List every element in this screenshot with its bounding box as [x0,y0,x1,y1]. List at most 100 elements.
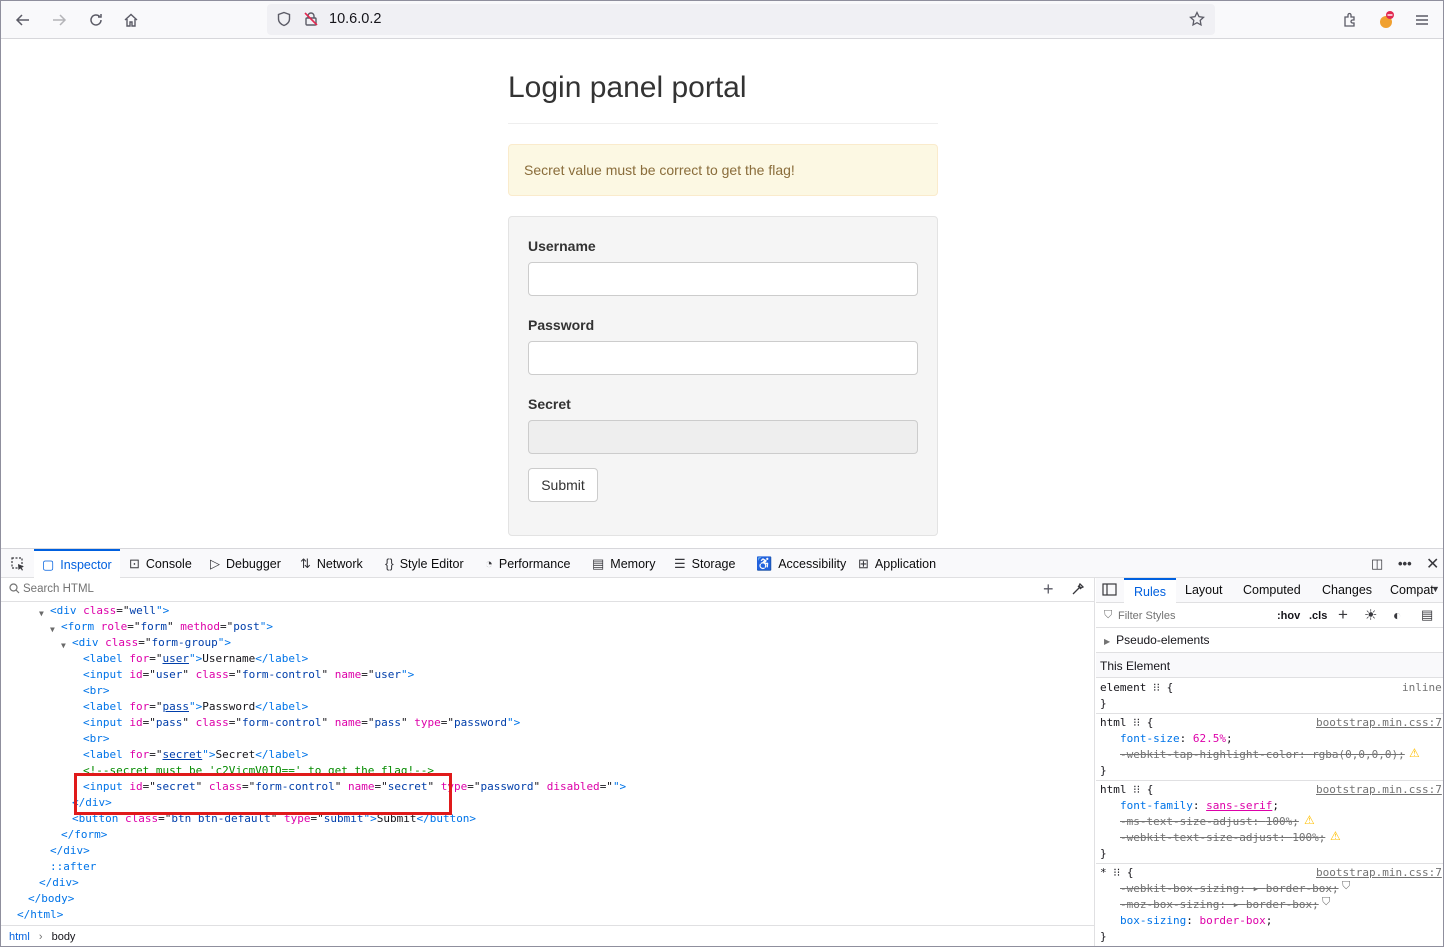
rule-html-1[interactable]: html ⁝⁝ { [1100,716,1153,732]
node-form[interactable]: <form role="form" method="post"> [61,619,273,635]
menu-icon[interactable] [1409,7,1435,33]
reload-icon[interactable] [83,7,109,33]
devtools-tabbar: ▢ Inspector ⊡ Console ▷ Debugger ⇅ Network {… [1,549,1443,578]
pseudo-elements-label: Pseudo-elements [1116,633,1210,647]
node-close-form[interactable]: </form> [61,827,107,843]
search-icon [9,583,20,597]
filter-icon[interactable]: ⛉ [1322,896,1330,909]
element-picker-icon[interactable] [5,549,31,578]
url-text[interactable]: 10.6.0.2 [329,11,381,27]
tab-inspector[interactable]: ▢ Inspector [34,549,120,578]
warning-icon[interactable]: ⚠ [1330,829,1341,843]
login-form: Username Password Secret Submit [508,216,938,536]
pseudo-elements-toggle[interactable]: ▶ Pseudo-elements [1104,633,1210,647]
back-icon[interactable] [10,7,36,33]
storage-icon: ☰ [674,555,686,571]
node-input-user[interactable]: <input id="user" class="form-control" na… [83,667,414,683]
tab-label: Memory [610,556,656,571]
username-input[interactable] [528,262,918,296]
node-close-body[interactable]: </body> [28,891,74,907]
tab-memory[interactable]: ▤ Memory [592,549,655,578]
shield-icon[interactable] [276,11,292,32]
url-bar[interactable]: 10.6.0.2 [267,4,1215,35]
rule-universal[interactable]: * ⁝⁝ { [1100,866,1134,882]
eyedropper-icon[interactable] [1071,582,1085,599]
rules-tabbar: Rules Layout Computed Changes Compat ▼ [1096,578,1443,603]
tab-layout[interactable]: Layout [1185,583,1223,597]
this-element-header: This Element [1096,653,1443,677]
chevron-down-icon[interactable]: ▼ [1431,584,1440,594]
tab-label: Accessibility [778,556,847,571]
tab-accessibility[interactable]: ♿ Accessibility [756,549,846,578]
debugger-icon: ▷ [210,555,220,571]
highlight-annotation-box [74,773,452,815]
tab-computed[interactable]: Computed [1243,583,1301,597]
hov-button[interactable]: :hov [1277,610,1300,622]
tab-label: Network [316,556,363,571]
extensions-icon[interactable] [1337,7,1363,33]
warning-icon[interactable]: ⚠ [1409,746,1420,760]
tab-network[interactable]: ⇅ Network [300,549,363,578]
node-after-pseudo[interactable]: ::after [50,859,96,875]
dark-mode-icon[interactable]: ◐ [1393,607,1401,623]
search-html-field[interactable]: Search HTML + [1,578,1095,602]
search-placeholder: Search HTML [23,583,94,595]
node-br[interactable]: <br> [83,731,110,747]
password-input[interactable] [528,341,918,375]
node-div-well[interactable]: <div class="well"> [50,603,169,619]
tab-performance[interactable]: ◔ Performance [485,549,570,578]
rule-html-2[interactable]: html ⁝⁝ { [1100,783,1153,799]
insecure-lock-icon[interactable] [303,11,319,32]
node-div-form-group[interactable]: <div class="form-group"> [72,635,231,651]
chevron-right-icon: › [38,931,43,943]
console-icon: ⊡ [129,555,140,571]
bookmark-star-icon[interactable] [1189,10,1205,32]
node-close-html[interactable]: </html> [17,907,63,923]
rule-display-value: inline [1402,681,1442,694]
tab-label: Console [145,556,192,571]
node-input-pass[interactable]: <input id="pass" class="form-control" na… [83,715,520,731]
rule-source-link[interactable]: bootstrap.min.css:7 [1316,783,1442,796]
tab-application[interactable]: ⊞ Application [858,549,936,578]
tab-compat[interactable]: Compat [1390,583,1434,597]
rule-element[interactable]: element ⁝⁝ { [1100,681,1173,697]
cls-button[interactable]: .cls [1309,610,1327,622]
node-label-pass[interactable]: <label for="pass">Password</label> [83,699,308,715]
page-viewport: Login panel portal Secret value must be … [1,39,1443,548]
more-options-icon[interactable]: ••• [1398,549,1412,578]
add-node-icon[interactable]: + [1043,579,1054,600]
warning-alert: Secret value must be correct to get the … [508,144,938,196]
node-label-secret[interactable]: <label for="secret">Secret</label> [83,747,308,763]
tab-storage[interactable]: ☰ Storage [674,549,735,578]
page-title: Login panel portal [508,71,747,104]
dock-side-icon[interactable]: ◫ [1371,549,1383,578]
node-close-div[interactable]: </div> [39,875,79,891]
toggle-sidebar-icon[interactable] [1102,583,1117,599]
secret-input [528,420,918,454]
close-devtools-icon[interactable]: ✕ [1426,549,1439,578]
rule-source-link[interactable]: bootstrap.min.css:7 [1316,716,1442,729]
node-br[interactable]: <br> [83,683,110,699]
breadcrumb-html[interactable]: html [9,931,30,943]
forward-icon[interactable] [46,7,72,33]
light-mode-icon[interactable]: ☀ [1364,606,1377,624]
rule-source-link[interactable]: bootstrap.min.css:7 [1316,866,1442,879]
filter-styles-input[interactable]: Filter Styles [1118,610,1175,622]
tab-style-editor[interactable]: {} Style Editor [385,549,464,578]
account-avatar-icon[interactable] [1373,7,1399,33]
tab-rules[interactable]: Rules [1124,578,1176,603]
filter-icon[interactable]: ⛉ [1342,880,1350,893]
node-close-div[interactable]: </div> [50,843,90,859]
node-label-user[interactable]: <label for="user">Username</label> [83,651,308,667]
print-icon[interactable]: ▤ [1421,607,1433,623]
tab-changes[interactable]: Changes [1322,583,1372,597]
accessibility-icon: ♿ [756,555,773,571]
submit-button[interactable]: Submit [528,468,598,502]
tab-console[interactable]: ⊡ Console [129,549,192,578]
browser-window: 10.6.0.2 Login panel portal Secret value… [0,0,1444,947]
add-rule-icon[interactable]: + [1338,605,1348,625]
warning-icon[interactable]: ⚠ [1304,813,1315,827]
home-icon[interactable] [118,7,144,33]
breadcrumb-body[interactable]: body [52,931,76,943]
tab-debugger[interactable]: ▷ Debugger [210,549,281,578]
